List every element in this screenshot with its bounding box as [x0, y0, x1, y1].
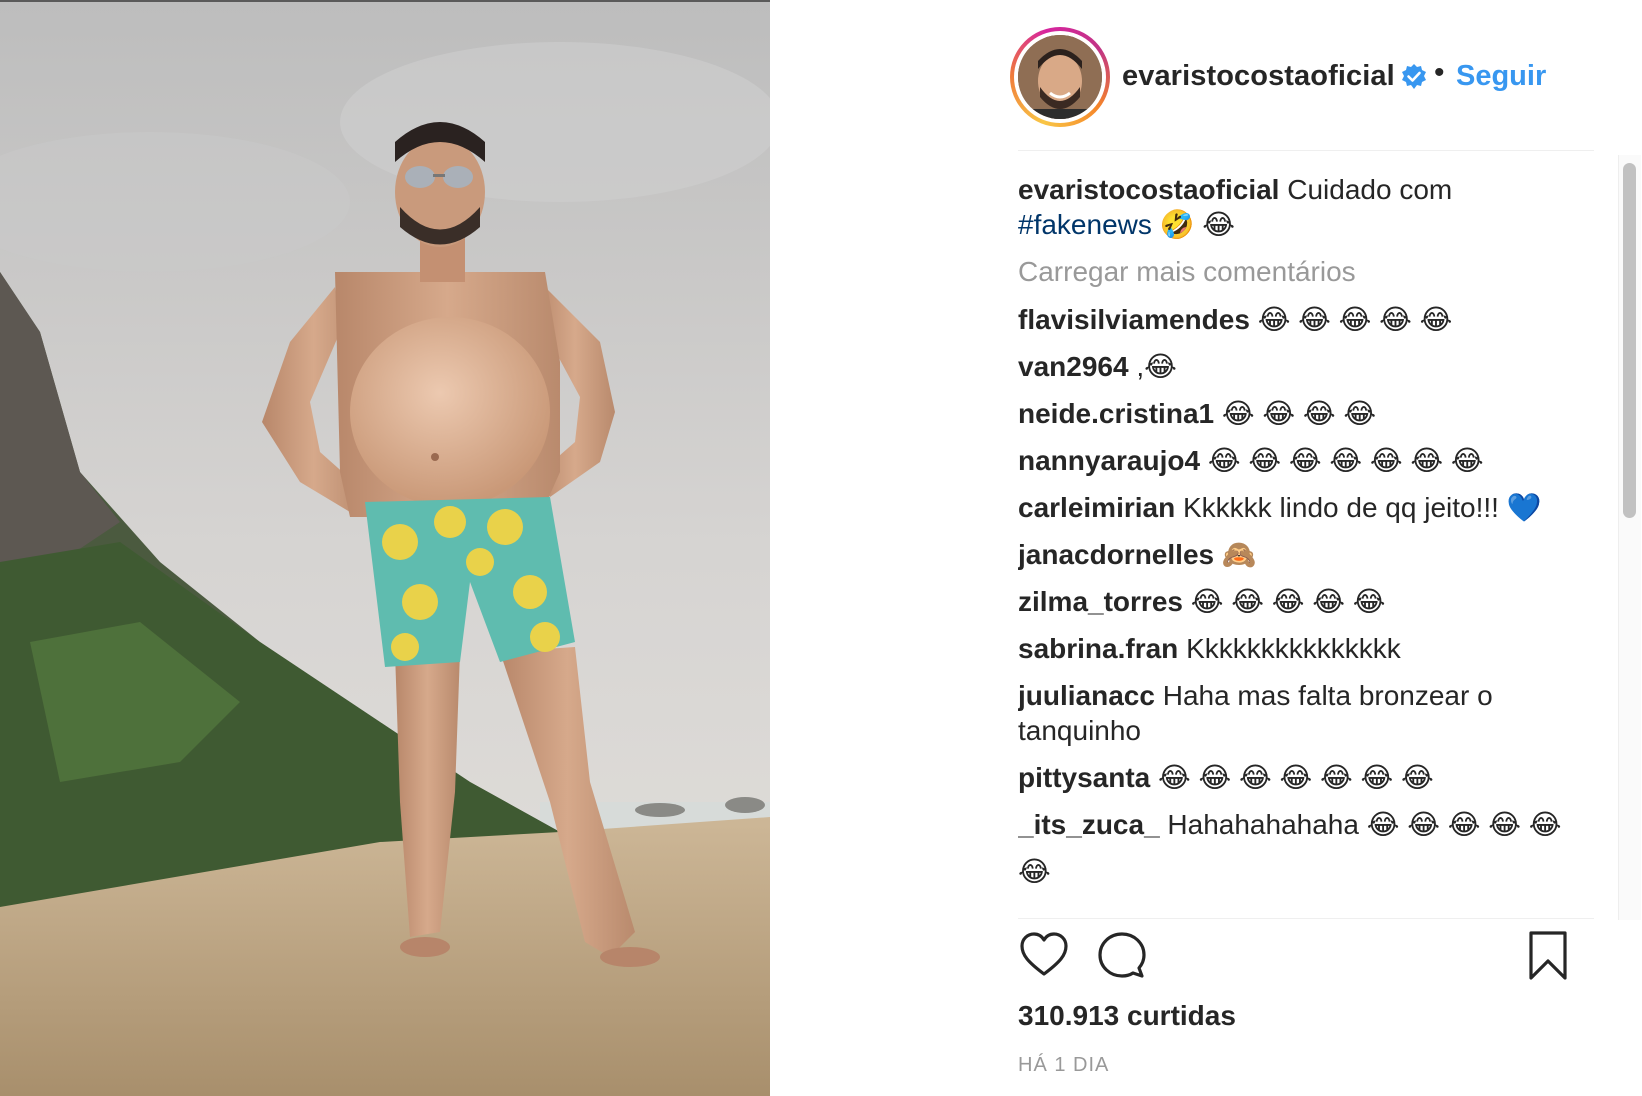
comment-item: carleimirian Kkkkkk lindo de qq jeito!!!… — [1018, 490, 1578, 525]
comment-username[interactable]: zilma_torres — [1018, 586, 1183, 617]
caption-hashtag[interactable]: #fakenews — [1018, 209, 1152, 240]
comment-text: 😂 — [1018, 856, 1051, 887]
comment-item: 😂 — [1018, 854, 1578, 889]
author-username[interactable]: evaristocostaoficial — [1122, 60, 1395, 93]
comment-text: Kkkkkk lindo de qq jeito!!! 💙 — [1182, 492, 1542, 523]
comment-item: nannyaraujo4 😂 😂 😂 😂 😂 😂 😂 — [1018, 443, 1578, 478]
caption-username[interactable]: evaristocostaoficial — [1018, 174, 1279, 205]
comment-item: van2964 ,😂 — [1018, 349, 1578, 384]
actions-divider — [1018, 918, 1594, 919]
post-timestamp[interactable]: HÁ 1 DIA — [1018, 1054, 1109, 1077]
caption-emojis: 🤣 😂 — [1159, 209, 1236, 240]
avatar-image — [1018, 35, 1102, 119]
comment-username[interactable]: sabrina.fran — [1018, 633, 1178, 664]
scrollbar-thumb[interactable] — [1623, 163, 1636, 518]
comment-item: pittysanta 😂 😂 😂 😂 😂 😂 😂 — [1018, 760, 1578, 795]
author-avatar[interactable] — [1010, 27, 1110, 127]
post-photo[interactable] — [0, 2, 770, 1096]
comment-text: ,😂 — [1136, 351, 1177, 382]
bookmark-icon[interactable] — [1526, 930, 1570, 982]
comment-text: Kkkkkkkkkkkkkkk — [1186, 633, 1401, 664]
comments-list[interactable]: evaristocostaoficial Cuidado com #fakene… — [1018, 172, 1578, 917]
comment-item: zilma_torres 😂 😂 😂 😂 😂 — [1018, 584, 1578, 619]
comment-username[interactable]: _its_zuca_ — [1018, 809, 1160, 840]
comment-text: 😂 😂 😂 😂 😂 😂 😂 — [1158, 762, 1434, 793]
post-actions — [1018, 930, 1594, 990]
comment-text: 😂 😂 😂 😂 😂 😂 😂 — [1207, 445, 1484, 476]
post-details-panel: evaristocostaoficial • Seguir evaristoco… — [770, 0, 1642, 1096]
caption: evaristocostaoficial Cuidado com #fakene… — [1018, 172, 1578, 242]
comment-username[interactable]: nannyaraujo4 — [1018, 445, 1200, 476]
verified-badge-icon — [1402, 64, 1426, 89]
comment-item: sabrina.fran Kkkkkkkkkkkkkkk — [1018, 631, 1578, 666]
comment-bubble-icon[interactable] — [1096, 930, 1148, 982]
separator-dot: • — [1434, 56, 1445, 89]
comment-item: flavisilviamendes 😂 😂 😂 😂 😂 — [1018, 302, 1578, 337]
header-divider — [1018, 150, 1594, 151]
comment-username[interactable]: flavisilviamendes — [1018, 304, 1250, 335]
comment-text: 🙈 — [1221, 539, 1257, 570]
comment-text: 😂 😂 😂 😂 😂 — [1257, 304, 1453, 335]
comment-item: janacdornelles 🙈 — [1018, 537, 1578, 572]
comments-scrollbar[interactable] — [1618, 155, 1641, 920]
comment-username[interactable]: carleimirian — [1018, 492, 1175, 523]
comment-username[interactable]: pittysanta — [1018, 762, 1150, 793]
beach-photo-illustration — [0, 2, 770, 1096]
comment-username[interactable]: neide.cristina1 — [1018, 398, 1214, 429]
comment-text: 😂 😂 😂 😂 — [1221, 398, 1377, 429]
heart-icon[interactable] — [1018, 930, 1070, 982]
comment-username[interactable]: van2964 — [1018, 351, 1129, 382]
comment-item: juulianacc Haha mas falta bronzear o tan… — [1018, 678, 1578, 748]
follow-button[interactable]: Seguir — [1456, 60, 1546, 93]
load-more-comments-button[interactable]: Carregar mais comentários — [1018, 254, 1578, 289]
likes-count[interactable]: 310.913 curtidas — [1018, 1000, 1236, 1032]
comment-text: 😂 😂 😂 😂 😂 — [1190, 586, 1386, 617]
comment-username[interactable]: juulianacc — [1018, 680, 1155, 711]
caption-text: Cuidado com — [1287, 174, 1453, 205]
comment-item: neide.cristina1 😂 😂 😂 😂 — [1018, 396, 1578, 431]
comment-item: _its_zuca_ Hahahahahaha 😂 😂 😂 😂 😂 — [1018, 807, 1578, 842]
comment-username[interactable]: janacdornelles — [1018, 539, 1214, 570]
comment-text: Hahahahahaha 😂 😂 😂 😂 😂 — [1167, 809, 1562, 840]
